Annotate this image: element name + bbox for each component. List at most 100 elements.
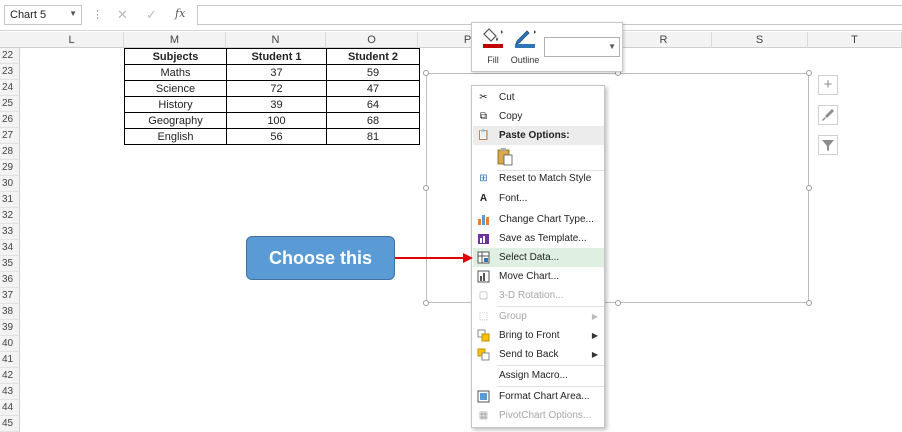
table-cell[interactable]: 56 [226,128,327,145]
filter-icon [822,140,834,151]
row-header[interactable]: 36 [0,272,20,288]
menu-item-reset-to-match-style[interactable]: ⊞ Reset to Match Style [473,169,604,188]
resize-handle[interactable] [806,70,812,76]
menu-item-change-chart-type[interactable]: Change Chart Type... [473,210,604,229]
table-cell[interactable]: Science [124,80,227,97]
group-icon: ⬚ [478,311,489,322]
paste-icon: 📋 [477,130,490,141]
menu-item-group: ⬚ Group ▶ [473,307,604,326]
menu-item-font[interactable]: A Font... [473,189,604,208]
menu-item-label: Save as Template... [499,233,587,244]
resize-handle[interactable] [806,185,812,191]
table-row: History 39 64 [124,96,420,113]
menu-item-bring-to-front[interactable]: Bring to Front ▶ [473,326,604,345]
menu-item-select-data[interactable]: Select Data... [473,248,604,267]
row-header[interactable]: 33 [0,224,20,240]
insert-function-button[interactable]: fx [175,7,185,20]
table-cell[interactable]: 59 [326,64,420,81]
chart-type-icon [477,213,490,226]
row-header[interactable]: 43 [0,384,20,400]
chevron-down-icon[interactable]: ▼ [608,42,616,51]
menu-item-format-chart-area[interactable]: Format Chart Area... [473,387,604,406]
table-cell[interactable]: 68 [326,112,420,129]
resize-handle[interactable] [423,300,429,306]
table-cell[interactable]: 81 [326,128,420,145]
menu-item-label: Cut [499,92,515,103]
row-header[interactable]: 27 [0,128,20,144]
table-cell[interactable]: 64 [326,96,420,113]
column-header-n[interactable]: N [226,32,326,48]
brush-icon [822,109,834,121]
resize-handle[interactable] [806,300,812,306]
submenu-arrow-icon: ▶ [591,312,598,321]
resize-handle[interactable] [423,70,429,76]
row-header[interactable]: 31 [0,192,20,208]
name-box[interactable]: Chart 5 ▼ [4,5,82,25]
chevron-down-icon[interactable]: ▼ [69,9,77,18]
row-header[interactable]: 40 [0,336,20,352]
menu-item-label: Font... [499,193,528,204]
menu-item-cut[interactable]: ✂ Cut [473,88,604,107]
row-header[interactable]: 23 [0,64,20,80]
table-cell[interactable]: 47 [326,80,420,97]
copy-icon: ⧉ [479,111,488,122]
row-header[interactable]: 32 [0,208,20,224]
column-header-s[interactable]: S [712,32,808,48]
cancel-icon[interactable]: ✕ [117,7,128,23]
row-header[interactable]: 22 [0,48,20,64]
table-header-cell[interactable]: Student 2 [326,48,420,65]
send-back-icon [477,348,490,361]
chart-styles-button[interactable] [818,105,838,125]
table-header-cell[interactable]: Subjects [124,48,227,65]
row-header[interactable]: 45 [0,416,20,432]
menu-item-save-as-template[interactable]: Save as Template... [473,229,604,248]
paste-button[interactable] [496,147,514,167]
column-header-r[interactable]: R [616,32,712,48]
column-header-l[interactable]: L [20,32,124,48]
clipboard-icon [497,148,513,166]
enter-icon[interactable]: ✓ [146,7,157,23]
row-header[interactable]: 35 [0,256,20,272]
column-header-t[interactable]: T [808,32,902,48]
menu-item-label: Move Chart... [499,271,560,282]
table-cell[interactable]: English [124,128,227,145]
menu-item-assign-macro[interactable]: Assign Macro... [473,366,604,385]
row-header[interactable]: 42 [0,368,20,384]
menu-item-move-chart[interactable]: Move Chart... [473,267,604,286]
row-header[interactable]: 25 [0,96,20,112]
row-header[interactable]: 39 [0,320,20,336]
table-row: Maths 37 59 [124,64,420,81]
outline-color-swatch [515,44,535,48]
chart-filters-button[interactable] [818,135,838,155]
row-header[interactable]: 26 [0,112,20,128]
menu-item-copy[interactable]: ⧉ Copy [473,107,604,126]
row-header[interactable]: 29 [0,160,20,176]
resize-handle[interactable] [423,185,429,191]
table-cell[interactable]: History [124,96,227,113]
table-cell[interactable]: 72 [226,80,327,97]
chart-element-select[interactable]: ▼ [544,37,620,57]
table-cell[interactable]: Geography [124,112,227,129]
column-header-o[interactable]: O [326,32,418,48]
outline-button[interactable]: Outline [506,27,544,65]
table-cell[interactable]: Maths [124,64,227,81]
row-header[interactable]: 37 [0,288,20,304]
table-row: Geography 100 68 [124,112,420,129]
table-header-cell[interactable]: Student 1 [226,48,327,65]
resize-handle[interactable] [615,300,621,306]
table-cell[interactable]: 100 [226,112,327,129]
row-header[interactable]: 41 [0,352,20,368]
chart-elements-button[interactable]: + [818,75,838,95]
menu-item-send-to-back[interactable]: Send to Back ▶ [473,345,604,364]
row-header[interactable]: 34 [0,240,20,256]
table-cell[interactable]: 37 [226,64,327,81]
table-cell[interactable]: 39 [226,96,327,113]
row-header[interactable]: 28 [0,144,20,160]
row-header[interactable]: 38 [0,304,20,320]
row-header[interactable]: 24 [0,80,20,96]
row-header[interactable]: 44 [0,400,20,416]
row-header[interactable]: 30 [0,176,20,192]
column-header-m[interactable]: M [124,32,226,48]
menu-item-label: Group [499,311,527,322]
menu-item-3d-rotation: ▢ 3-D Rotation... [473,286,604,305]
